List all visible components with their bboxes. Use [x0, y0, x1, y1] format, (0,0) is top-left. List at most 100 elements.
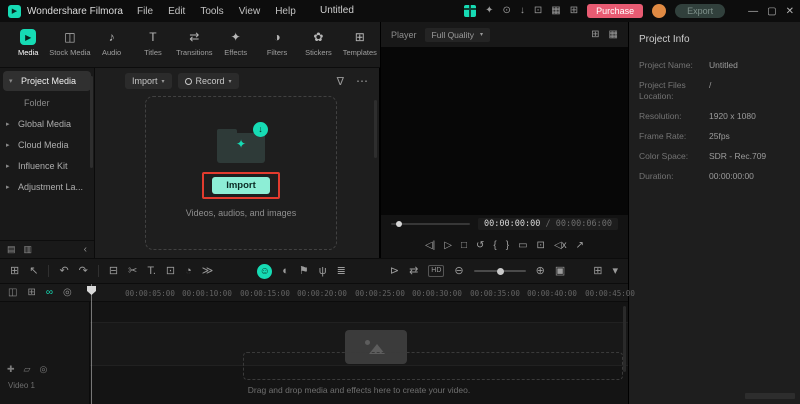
undo-icon[interactable]: ↶ [59, 266, 68, 277]
fullscreen-icon[interactable]: ↗ [576, 241, 584, 251]
sidebar-item-project-media[interactable]: ▾ Project Media [3, 71, 91, 91]
fit-timeline-icon[interactable]: ▣ [555, 266, 565, 277]
minimize-button[interactable]: — [748, 6, 758, 17]
select-tool-icon[interactable]: ↖ [29, 266, 38, 277]
timeline-scrollbar[interactable] [623, 306, 626, 372]
timeline-drop-target[interactable] [243, 352, 623, 380]
seek-bar[interactable] [391, 223, 470, 225]
close-button[interactable]: ✕ [786, 6, 794, 17]
menu-view[interactable]: View [239, 6, 261, 17]
menu-help[interactable]: Help [275, 6, 296, 17]
timeline-zoom-slider[interactable] [474, 270, 526, 272]
switch-icon[interactable]: ⇄ [409, 266, 418, 277]
tab-stock-media[interactable]: ◫ Stock Media [49, 27, 90, 67]
marker-icon[interactable]: ⚑ [299, 266, 309, 277]
purchase-button[interactable]: Purchase [587, 4, 643, 18]
avatar[interactable] [652, 4, 666, 18]
play-icon[interactable]: ▷ [444, 241, 452, 251]
snapshot-icon[interactable]: ⊡ [534, 6, 542, 16]
field-value: 25fps [709, 131, 730, 142]
tab-templates[interactable]: ⊞ Templates [340, 27, 380, 67]
new-folder-icon[interactable]: ▤ [7, 244, 16, 255]
clip-select-icon[interactable]: ◫ [8, 288, 17, 298]
crop-icon[interactable]: ⊡ [166, 266, 175, 277]
split-screen-icon[interactable]: ⊞ [591, 29, 599, 40]
redo-icon[interactable]: ↷ [79, 266, 88, 277]
tab-audio[interactable]: ♪ Audio [91, 27, 131, 67]
maximize-button[interactable]: ▢ [767, 6, 776, 17]
track-layout-icon[interactable]: ⊞ [593, 266, 602, 277]
workspace-icon[interactable]: ⊞ [10, 266, 19, 277]
display-icon[interactable]: ▭ [518, 241, 527, 251]
shortcuts-icon[interactable]: ⊞ [570, 6, 578, 16]
import-button[interactable]: Import [212, 177, 270, 194]
quality-dropdown[interactable]: Full Quality ▾ [425, 28, 491, 42]
collapse-icon[interactable]: ▾ [612, 266, 618, 277]
delete-icon[interactable]: ⊟ [109, 266, 118, 277]
delete-folder-icon[interactable]: ▥ [24, 244, 33, 255]
ai-assistant-icon[interactable]: ☺ [257, 264, 272, 279]
sidebar-item-adjustment-layer[interactable]: ▸ Adjustment La... [0, 176, 94, 197]
preview-render-icon[interactable]: ⊳ [390, 266, 399, 277]
tab-effects[interactable]: ✦ Effects [216, 27, 256, 67]
more-tools-icon[interactable]: ≫ [202, 266, 214, 277]
effects-store-icon[interactable]: ✦ [485, 6, 493, 16]
field-label: Resolution: [639, 111, 701, 122]
timeline-ruler[interactable]: 00:00:05:00 00:00:10:00 00:00:15:00 00:0… [90, 284, 628, 302]
download-icon[interactable]: ↓ [520, 6, 525, 16]
screen-recorder-icon[interactable]: ⊙ [502, 6, 510, 16]
mute-icon[interactable]: ◁x [554, 241, 567, 251]
preview-quality-badge[interactable]: HD [428, 265, 444, 277]
filter-icon[interactable]: ∇ [337, 75, 344, 88]
capture-icon[interactable]: ▦ [609, 29, 618, 40]
tab-titles[interactable]: T Titles [133, 27, 173, 67]
zoom-in-icon[interactable]: ⊕ [536, 266, 545, 277]
track-manager-icon[interactable]: ⊞ [27, 288, 35, 298]
sidebar-item-influence-kit[interactable]: ▸ Influence Kit [0, 155, 94, 176]
menu-edit[interactable]: Edit [168, 6, 185, 17]
snap-icon[interactable]: ◎ [63, 288, 72, 298]
mixer-icon[interactable]: ≣ [337, 266, 346, 277]
layout-icon[interactable]: ▦ [551, 6, 560, 16]
sidebar-item-cloud-media[interactable]: ▸ Cloud Media [0, 134, 94, 155]
tab-transitions[interactable]: ⇄ Transitions [174, 27, 214, 67]
seek-handle[interactable] [396, 221, 402, 227]
export-button[interactable]: Export [675, 4, 725, 18]
add-track-icon[interactable]: ✚ [7, 364, 15, 375]
timecode-separator: / [540, 219, 555, 229]
menu-file[interactable]: File [137, 6, 153, 17]
mask-icon[interactable]: ◐ [282, 266, 289, 277]
mark-in-icon[interactable]: { [493, 241, 496, 251]
collapse-panel-icon[interactable]: ‹ [84, 244, 87, 255]
snapshot-icon[interactable]: ⊡ [537, 241, 545, 251]
tab-filters[interactable]: ◑ Filters [257, 27, 297, 67]
import-arrow-icon: ↓ [253, 122, 268, 137]
sidebar-scrollbar[interactable] [90, 76, 93, 168]
zoom-out-icon[interactable]: ⊖ [454, 266, 463, 277]
voiceover-icon[interactable]: ψ [319, 266, 327, 277]
text-tool-icon[interactable]: T. [147, 266, 156, 277]
sidebar-item-global-media[interactable]: ▸ Global Media [0, 113, 94, 134]
loop-icon[interactable]: ↺ [476, 241, 484, 251]
folder-icon[interactable]: ▱ [24, 364, 31, 375]
record-dropdown-button[interactable]: Record ▾ [178, 73, 239, 89]
gift-icon[interactable] [464, 5, 476, 17]
video-preview[interactable] [381, 47, 628, 215]
split-icon[interactable]: ✂ [128, 266, 137, 277]
eye-icon[interactable]: ◎ [39, 364, 47, 375]
import-dropzone[interactable]: ✦ ↓ Import Videos, audios, and images [145, 96, 337, 250]
speed-icon[interactable]: ◔ [185, 266, 192, 277]
tab-media[interactable]: ▶ Media [8, 27, 48, 67]
zoom-slider-handle[interactable] [497, 268, 504, 275]
more-options-icon[interactable]: ⋯ [356, 74, 369, 88]
media-browser-scrollbar[interactable] [374, 100, 377, 158]
import-dropdown-button[interactable]: Import ▾ [125, 73, 172, 89]
sidebar-item-folder[interactable]: Folder [0, 92, 94, 113]
stop-icon[interactable]: □ [461, 241, 467, 251]
menu-tools[interactable]: Tools [200, 6, 223, 17]
previous-frame-icon[interactable]: ◁| [425, 241, 435, 251]
annotation-highlight-box: Import [202, 172, 280, 199]
auto-ripple-icon[interactable]: ∞ [46, 288, 53, 298]
mark-out-icon[interactable]: } [506, 241, 509, 251]
tab-stickers[interactable]: ✿ Stickers [298, 27, 338, 67]
